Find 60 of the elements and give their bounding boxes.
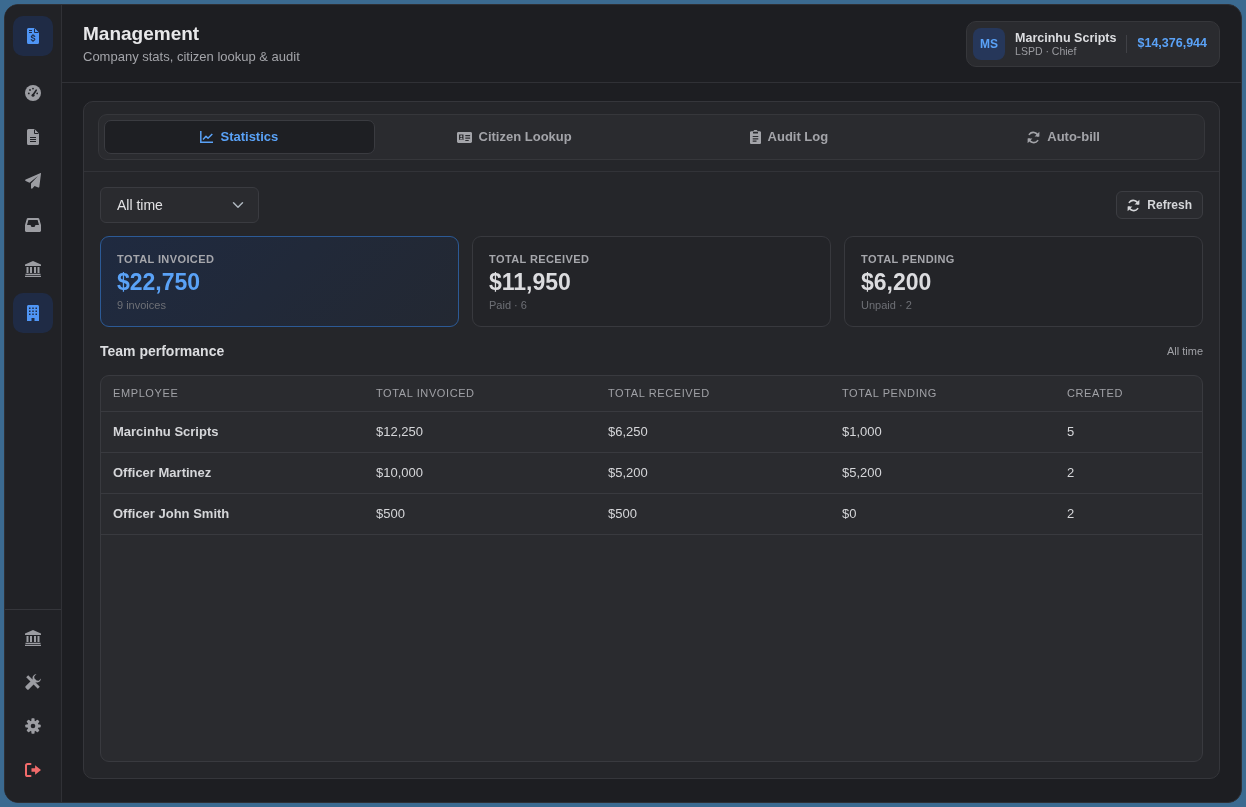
tab[interactable]: Statistics: [104, 120, 375, 154]
stat-value: $11,950: [489, 268, 572, 296]
table-cell: Marcinhu Scripts: [101, 411, 364, 452]
inbox-icon: [25, 218, 41, 232]
page-title: Management: [83, 23, 201, 45]
user-name: Marcinhu Scripts: [1015, 30, 1117, 45]
paper-plane-icon: [25, 173, 41, 189]
table-cell: $12,250: [364, 411, 596, 452]
bank-icon: [25, 630, 41, 646]
table-cell: $0: [830, 493, 1055, 534]
table-cell: $10,000: [364, 452, 596, 493]
settings-icon: [25, 718, 41, 734]
tools-icon: [25, 674, 41, 690]
column-header: TOTAL RECEIVED: [596, 376, 830, 411]
stat-label: TOTAL INVOICED: [117, 252, 216, 266]
period-label: All time: [1166, 343, 1203, 359]
gauge-icon: [25, 85, 41, 101]
invoice-logo-icon: [13, 16, 53, 56]
column-header: TOTAL PENDING: [830, 376, 1055, 411]
line-chart-icon: [200, 131, 214, 143]
table-cell: $5,200: [596, 452, 830, 493]
refresh-icon: [1127, 198, 1141, 212]
id-card-icon: [456, 131, 472, 143]
table-cell: 2: [1055, 452, 1202, 493]
column-header: TOTAL INVOICED: [364, 376, 596, 411]
tab[interactable]: Citizen Lookup: [378, 120, 650, 154]
table-cell: 2: [1055, 493, 1202, 534]
table-cell: $1,000: [830, 411, 1055, 452]
column-header: CREATED: [1055, 376, 1202, 411]
table-cell: 5: [1055, 411, 1202, 452]
refresh-icon: [1027, 130, 1041, 144]
table-cell: $5,200: [830, 452, 1055, 493]
building-icon: [27, 305, 39, 321]
tab[interactable]: Auto-bill: [928, 120, 1199, 154]
table-cell: Officer Martinez: [101, 452, 364, 493]
stat-label: TOTAL RECEIVED: [489, 252, 591, 266]
stat-label: TOTAL PENDING: [861, 252, 956, 266]
refresh-button[interactable]: Refresh: [1116, 191, 1203, 219]
user-balance: $14,376,944: [1137, 35, 1207, 53]
nav-button[interactable]: [13, 293, 53, 333]
table-cell: $500: [364, 493, 596, 534]
period-select[interactable]: All time: [100, 187, 259, 223]
page-subtitle: Company stats, citizen lookup & audit: [83, 49, 300, 64]
stat-value: $6,200: [861, 268, 933, 296]
column-header: EMPLOYEE: [101, 376, 364, 411]
table-cell: $6,250: [596, 411, 830, 452]
stat-note: Unpaid · 2: [861, 298, 913, 312]
document-icon: [27, 129, 39, 145]
section-title: Team performance: [100, 341, 225, 361]
tab[interactable]: Audit Log: [653, 120, 925, 154]
user-avatar: MS: [973, 27, 1006, 60]
stat-value: $22,750: [117, 268, 202, 296]
stat-note: 9 invoices: [117, 298, 167, 312]
stat-note: Paid · 6: [489, 298, 528, 312]
logout-icon: [25, 763, 41, 777]
bank-icon: [25, 261, 41, 277]
table-cell: Officer John Smith: [101, 493, 364, 534]
table-cell: $500: [596, 493, 830, 534]
clipboard-icon: [749, 130, 761, 144]
user-role: LSPD · Chief: [1015, 44, 1077, 57]
